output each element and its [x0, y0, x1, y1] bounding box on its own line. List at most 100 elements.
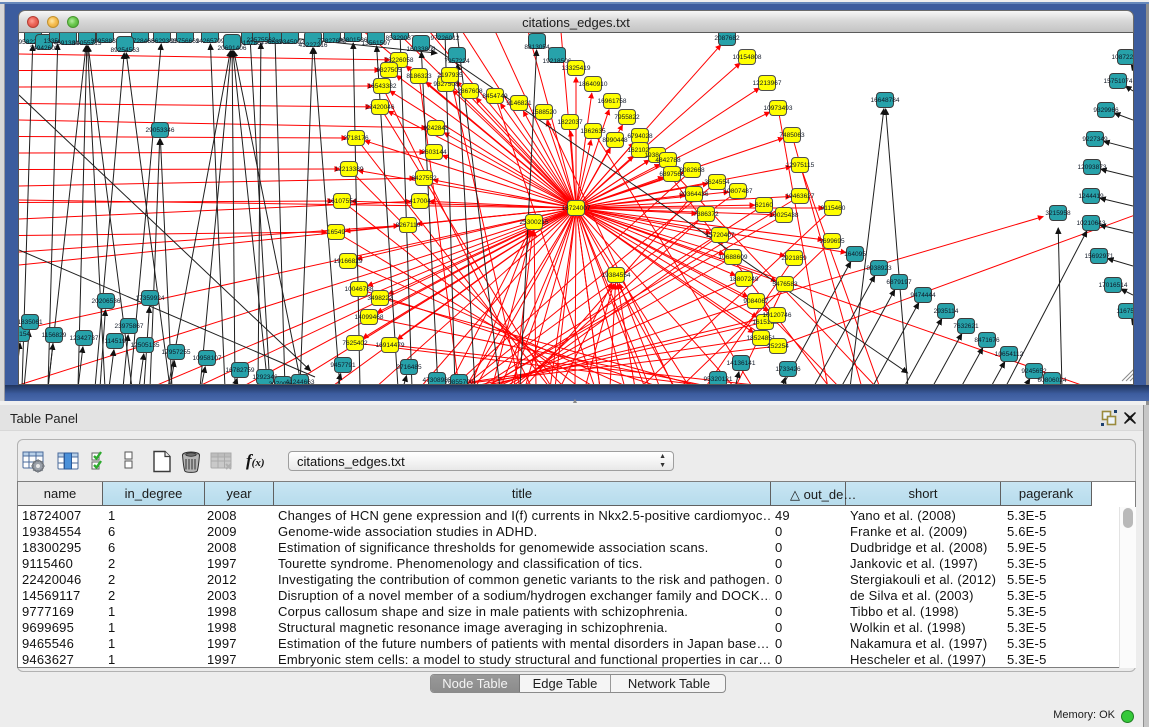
- svg-text:13325419: 13325419: [562, 65, 591, 72]
- svg-text:16961758: 16961758: [598, 98, 627, 105]
- svg-text:70855700: 70855700: [445, 379, 474, 384]
- svg-text:97226012: 97226012: [431, 35, 460, 42]
- svg-text:9242848: 9242848: [423, 125, 449, 132]
- svg-text:7632621: 7632621: [953, 323, 979, 330]
- svg-text:17957255: 17957255: [162, 349, 191, 356]
- svg-text:41244663: 41244663: [286, 379, 315, 384]
- svg-text:16648784: 16648784: [871, 97, 900, 104]
- svg-text:17016514: 17016514: [1099, 282, 1128, 289]
- svg-text:15751074: 15751074: [1104, 78, 1133, 85]
- svg-text:9146821: 9146821: [506, 100, 532, 107]
- svg-text:89254563: 89254563: [111, 47, 140, 54]
- svg-text:15720407: 15720407: [706, 232, 735, 239]
- svg-text:10046788: 10046788: [345, 286, 374, 293]
- svg-text:6879197: 6879197: [886, 279, 912, 286]
- svg-text:8990448: 8990448: [602, 137, 628, 144]
- svg-text:95320121: 95320121: [704, 376, 733, 383]
- svg-text:18640910: 18640910: [579, 81, 608, 88]
- svg-text:3624554: 3624554: [704, 179, 730, 186]
- svg-text:8427552: 8427552: [411, 175, 437, 182]
- svg-text:14099468: 14099468: [355, 314, 384, 321]
- svg-text:4842788: 4842788: [655, 157, 681, 164]
- svg-text:16549: 16549: [327, 229, 345, 236]
- svg-text:9329966: 9329966: [1093, 107, 1119, 114]
- svg-text:19166829: 19166829: [334, 258, 363, 265]
- svg-text:3498222: 3498222: [367, 295, 393, 302]
- svg-text:10958107: 10958107: [193, 355, 222, 362]
- svg-text:12975115: 12975115: [786, 162, 815, 169]
- svg-text:9457791: 9457791: [330, 362, 356, 369]
- svg-text:10154808: 10154808: [733, 54, 762, 61]
- svg-text:2921859: 2921859: [781, 255, 807, 262]
- svg-text:8938923: 8938923: [866, 265, 892, 272]
- svg-text:39958838: 39958838: [91, 38, 120, 45]
- svg-text:2087682: 2087682: [714, 35, 740, 42]
- svg-text:1156829: 1156829: [42, 332, 67, 339]
- svg-text:10807487: 10807487: [724, 188, 753, 195]
- svg-text:18724007: 18724007: [562, 205, 591, 212]
- svg-text:17359924: 17359924: [136, 295, 165, 302]
- svg-text:9327505: 9327505: [376, 67, 402, 74]
- svg-text:20691406: 20691406: [218, 45, 247, 52]
- svg-text:85329037: 85329037: [386, 35, 415, 42]
- svg-text:15692971: 15692971: [1085, 253, 1114, 260]
- svg-text:164095: 164095: [844, 251, 866, 258]
- svg-text:2197935: 2197935: [437, 72, 463, 79]
- svg-text:20364436: 20364436: [680, 191, 709, 198]
- svg-text:23975867: 23975867: [115, 323, 144, 330]
- svg-text:10872248: 10872248: [1112, 54, 1133, 61]
- svg-text:14265799: 14265799: [196, 38, 225, 45]
- svg-text:5476583: 5476583: [772, 281, 798, 288]
- svg-text:60806024: 60806024: [1038, 377, 1067, 384]
- svg-text:25300215: 25300215: [520, 219, 549, 226]
- svg-text:10025438: 10025438: [770, 212, 799, 219]
- svg-text:9699695: 9699695: [819, 238, 845, 245]
- svg-text:1835061: 1835061: [19, 319, 43, 326]
- svg-text:6794028: 6794028: [627, 133, 653, 140]
- svg-text:16782759: 16782759: [226, 367, 255, 374]
- svg-text:22575562: 22575562: [247, 37, 276, 44]
- svg-text:12213967: 12213967: [753, 80, 782, 87]
- svg-text:16543382: 16543382: [368, 83, 397, 90]
- svg-text:10654112: 10654112: [995, 351, 1024, 358]
- svg-text:10210643: 10210643: [1077, 220, 1106, 227]
- svg-text:8186323: 8186323: [406, 73, 432, 80]
- svg-text:2867608: 2867608: [457, 88, 483, 95]
- svg-text:7485063: 7485063: [779, 132, 805, 139]
- svg-text:417004: 417004: [409, 198, 431, 205]
- svg-text:9227349: 9227349: [1082, 136, 1108, 143]
- svg-text:66629388: 66629388: [148, 38, 177, 45]
- svg-text:8454749: 8454749: [482, 93, 508, 100]
- svg-text:20206536: 20206536: [92, 298, 121, 305]
- svg-text:7625402: 7625402: [342, 340, 368, 347]
- svg-text:1244419: 1244419: [1078, 193, 1104, 200]
- svg-text:9474444: 9474444: [910, 292, 936, 299]
- svg-text:252254: 252254: [767, 343, 789, 350]
- svg-text:8082668: 8082668: [679, 167, 705, 174]
- svg-text:14136141: 14136141: [727, 360, 756, 367]
- svg-text:7386372: 7386372: [693, 211, 719, 218]
- svg-text:2603144: 2603144: [421, 149, 447, 156]
- svg-text:116753: 116753: [1116, 308, 1133, 315]
- svg-text:10688609: 10688609: [719, 254, 748, 261]
- svg-text:8267110: 8267110: [396, 222, 421, 229]
- svg-text:1733426: 1733426: [775, 366, 801, 373]
- svg-text:10120746: 10120746: [763, 312, 792, 319]
- svg-text:12342737: 12342737: [70, 335, 99, 342]
- svg-text:12505135: 12505135: [131, 342, 160, 349]
- svg-text:19463627: 19463627: [786, 193, 815, 200]
- svg-text:3215958: 3215958: [1045, 210, 1071, 217]
- svg-text:7955822: 7955822: [614, 114, 640, 121]
- svg-text:19384554: 19384554: [602, 272, 631, 279]
- svg-text:2718176: 2718176: [343, 135, 369, 142]
- svg-text:9084067: 9084067: [743, 298, 769, 305]
- svg-text:1588520: 1588520: [531, 109, 557, 116]
- svg-text:9245652: 9245652: [1021, 368, 1047, 375]
- svg-text:16033809: 16033809: [407, 46, 436, 53]
- svg-text:2935114: 2935114: [934, 308, 959, 315]
- svg-text:22420046: 22420046: [366, 104, 395, 111]
- svg-text:9115460: 9115460: [821, 205, 846, 212]
- svg-text:12093873: 12093873: [1078, 164, 1107, 171]
- svg-text:1822037: 1822037: [557, 119, 583, 126]
- svg-text:18807249: 18807249: [730, 276, 759, 283]
